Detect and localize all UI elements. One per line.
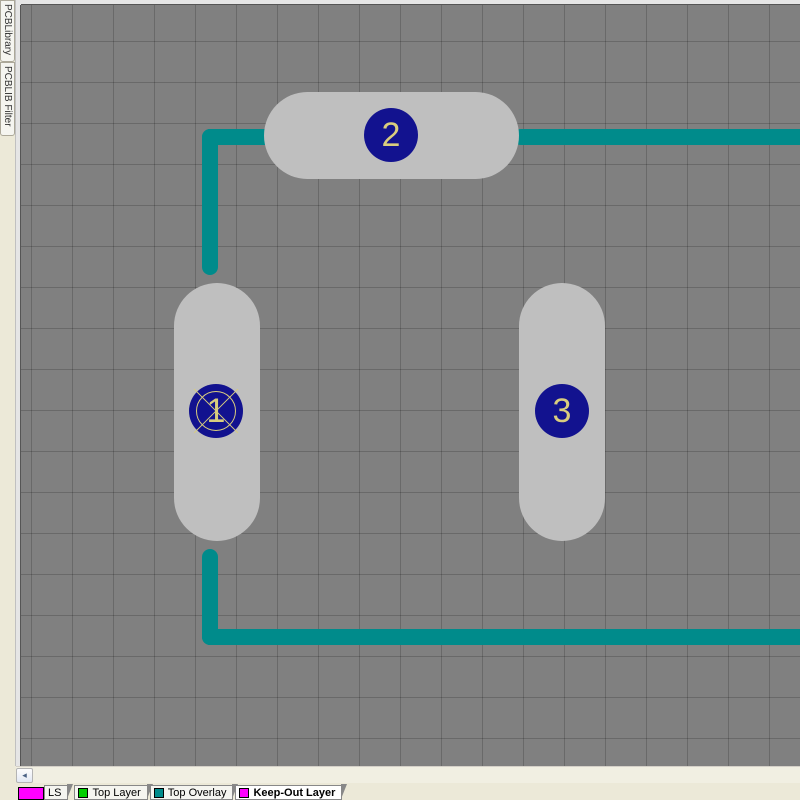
pin-2-number: 2 [382, 116, 401, 155]
scroll-left-button[interactable]: ◂ [16, 768, 33, 783]
tab-keepout-label: Keep-Out Layer [253, 787, 335, 799]
scroll-track[interactable] [33, 768, 800, 783]
ls-swatch[interactable] [18, 787, 44, 800]
tab-ls[interactable]: LS [44, 785, 68, 800]
pin-1-circle: 1 [189, 384, 243, 438]
pin-1-number: 1 [207, 392, 226, 431]
pin-3-circle: 3 [535, 384, 589, 438]
top-overlay-color-icon [154, 788, 164, 798]
tab-top-overlay[interactable]: Top Overlay [150, 785, 234, 800]
tab-ls-label: LS [48, 787, 61, 799]
tab-pcblibrary[interactable]: PCBLibrary [0, 0, 15, 62]
left-panel-tabs: PCBLibrary PCBLIB Filter [0, 0, 16, 766]
layer-tabs-bar: LS Top Layer Top Overlay Keep-Out Layer [16, 783, 800, 800]
chevron-left-icon: ◂ [22, 770, 27, 781]
design-canvas[interactable]: 2 1 3 [21, 5, 800, 766]
pcb-editor-window: PCBLibrary PCBLIB Filter 2 1 [0, 0, 800, 800]
tab-keepout-layer[interactable]: Keep-Out Layer [235, 785, 342, 800]
trace-segment[interactable] [513, 129, 800, 145]
top-layer-color-icon [78, 788, 88, 798]
keepout-color-icon [239, 788, 249, 798]
tab-pcblib-filter[interactable]: PCBLIB Filter [0, 62, 15, 136]
tab-top-layer-label: Top Layer [92, 787, 140, 799]
tab-top-overlay-label: Top Overlay [168, 787, 227, 799]
horizontal-scrollbar[interactable]: ◂ [16, 766, 800, 783]
trace-segment[interactable] [202, 629, 800, 645]
trace-segment[interactable] [202, 129, 218, 275]
trace-segment[interactable] [202, 129, 272, 145]
pin-2-circle: 2 [364, 108, 418, 162]
pin-3-number: 3 [553, 392, 572, 431]
tab-top-layer[interactable]: Top Layer [74, 785, 147, 800]
